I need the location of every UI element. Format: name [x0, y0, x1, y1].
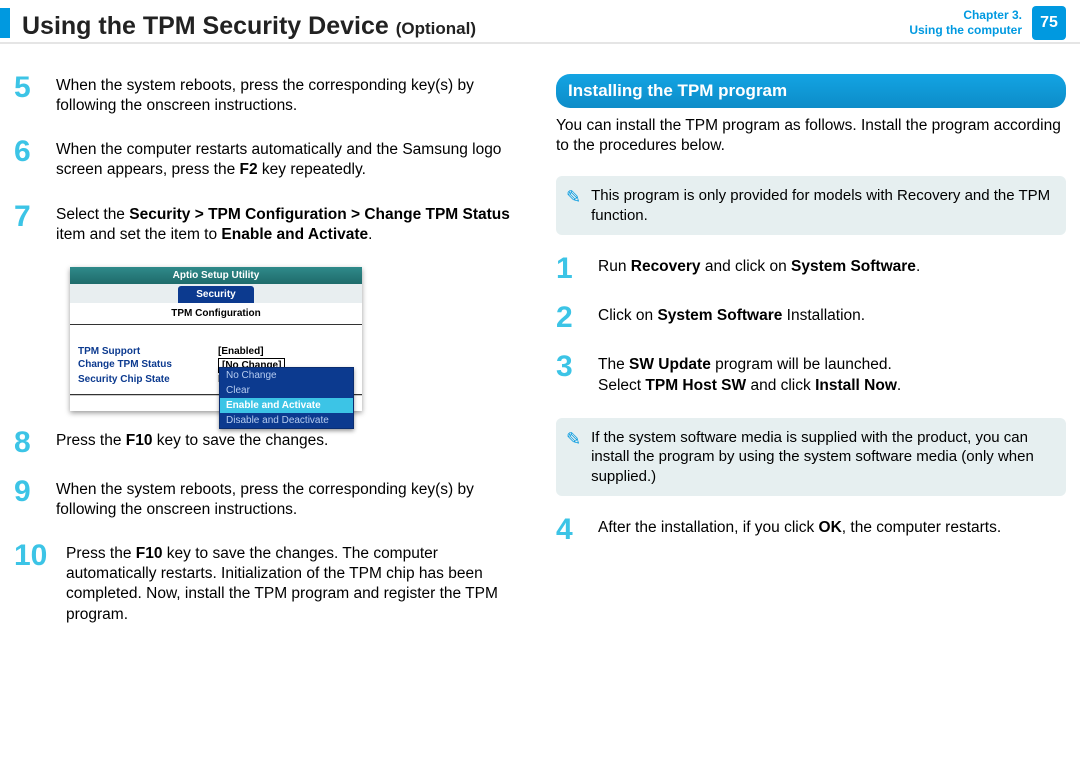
t: F10 [136, 545, 163, 562]
page-number: 75 [1032, 6, 1066, 40]
t: . [916, 258, 920, 275]
bios-title: Aptio Setup Utility [70, 267, 362, 284]
step-number: 5 [14, 74, 48, 101]
t: Install Now [815, 377, 897, 394]
note-box: ✎ This program is only provided for mode… [556, 176, 1066, 235]
bios-screenshot: Aptio Setup Utility Security TPM Configu… [70, 267, 362, 411]
r-step-3: 3 The SW Update program will be launched… [556, 353, 1066, 395]
bios-label: Security Chip State [78, 373, 218, 386]
step-7: 7 Select the Security > TPM Configuratio… [14, 203, 524, 245]
t: program will be launched. [711, 356, 892, 373]
chapter-info: Chapter 3. Using the computer [909, 8, 1022, 38]
t: Select the [56, 206, 129, 223]
t: Run [598, 258, 631, 275]
t: , the computer restarts. [842, 519, 1001, 536]
step-number: 6 [14, 138, 48, 165]
bios-menu-item: Disable and Deactivate [220, 413, 353, 428]
note-icon: ✎ [566, 186, 581, 225]
t: key to save the changes. [153, 432, 329, 449]
step-number: 2 [556, 304, 590, 331]
bios-val: [Enabled] [218, 345, 264, 358]
bios-label: TPM Support [78, 345, 218, 358]
header-right: Chapter 3. Using the computer 75 [909, 6, 1066, 40]
t: After the installation, if you click [598, 519, 819, 536]
step-text: Press the F10 key to save the changes. T… [66, 542, 524, 625]
t: System Software [657, 307, 782, 324]
step-text: When the computer restarts automatically… [56, 138, 524, 180]
t: F2 [240, 161, 258, 178]
accent-bar [0, 8, 10, 38]
step-number: 4 [556, 516, 590, 543]
r-step-4: 4 After the installation, if you click O… [556, 516, 1066, 543]
t: TPM Host SW [645, 377, 746, 394]
step-number: 7 [14, 203, 48, 230]
note-icon: ✎ [566, 428, 581, 487]
t: Click on [598, 307, 657, 324]
step-text: After the installation, if you click OK,… [598, 516, 1001, 538]
t: Installation. [782, 307, 865, 324]
step-text: Click on System Software Installation. [598, 304, 865, 326]
chapter-line1: Chapter 3. [909, 8, 1022, 23]
bios-menu-item: Clear [220, 383, 353, 398]
step-6: 6 When the computer restarts automatical… [14, 138, 524, 180]
t: OK [819, 519, 842, 536]
note-text: This program is only provided for models… [591, 186, 1052, 225]
title-main: Using the TPM Security Device [22, 12, 389, 40]
step-text: Run Recovery and click on System Softwar… [598, 255, 920, 277]
step-number: 10 [14, 542, 58, 569]
t: item and set the item to [56, 226, 221, 243]
t: F10 [126, 432, 153, 449]
t: Security > TPM Configuration > Change TP… [129, 206, 510, 223]
title-sub: (Optional) [396, 19, 476, 38]
t: Recovery [631, 258, 701, 275]
bios-menu-item: No Change [220, 368, 353, 383]
r-step-2: 2 Click on System Software Installation. [556, 304, 1066, 331]
content-columns: 5 When the system reboots, press the cor… [0, 44, 1080, 647]
bios-tabs: Security [70, 284, 362, 303]
r-step-1: 1 Run Recovery and click on System Softw… [556, 255, 1066, 282]
left-column: 5 When the system reboots, press the cor… [14, 74, 524, 647]
step-9: 9 When the system reboots, press the cor… [14, 478, 524, 520]
t: Press the [56, 432, 126, 449]
note-text: If the system software media is supplied… [591, 428, 1052, 487]
section-intro: You can install the TPM program as follo… [556, 116, 1066, 156]
bios-row: TPM Support [Enabled] [78, 345, 354, 358]
step-number: 3 [556, 353, 590, 380]
section-heading: Installing the TPM program [556, 74, 1066, 108]
chapter-line2: Using the computer [909, 23, 1022, 38]
step-text: Press the F10 key to save the changes. [56, 429, 328, 451]
t: System Software [791, 258, 916, 275]
step-10: 10 Press the F10 key to save the changes… [14, 542, 524, 625]
bios-section: TPM Configuration [70, 303, 362, 325]
title-wrap: Using the TPM Security Device (Optional) [0, 4, 476, 43]
t: SW Update [629, 356, 711, 373]
t: key repeatedly. [258, 161, 366, 178]
bios-menu-item-selected: Enable and Activate [220, 398, 353, 413]
bios-label: Change TPM Status [78, 358, 218, 373]
right-column: Installing the TPM program You can insta… [556, 74, 1066, 647]
step-number: 8 [14, 429, 48, 456]
t: . [368, 226, 372, 243]
step-number: 9 [14, 478, 48, 505]
t: The [598, 356, 629, 373]
step-5: 5 When the system reboots, press the cor… [14, 74, 524, 116]
step-8: 8 Press the F10 key to save the changes. [14, 429, 524, 456]
step-text: The SW Update program will be launched. … [598, 353, 901, 395]
t: Press the [66, 545, 136, 562]
t: . [897, 377, 901, 394]
step-text: When the system reboots, press the corre… [56, 74, 524, 116]
t: and click on [701, 258, 791, 275]
page-header: Using the TPM Security Device (Optional)… [0, 0, 1080, 44]
bios-tab-security: Security [178, 286, 253, 303]
step-text: Select the Security > TPM Configuration … [56, 203, 524, 245]
t: Select [598, 377, 645, 394]
bios-body: TPM Support [Enabled] Change TPM Status … [70, 325, 362, 395]
t: and click [746, 377, 815, 394]
step-number: 1 [556, 255, 590, 282]
note-box: ✎ If the system software media is suppli… [556, 418, 1066, 497]
t: Enable and Activate [221, 226, 368, 243]
step-text: When the system reboots, press the corre… [56, 478, 524, 520]
bios-dropdown: No Change Clear Enable and Activate Disa… [219, 367, 354, 429]
page-title: Using the TPM Security Device (Optional) [22, 10, 476, 43]
